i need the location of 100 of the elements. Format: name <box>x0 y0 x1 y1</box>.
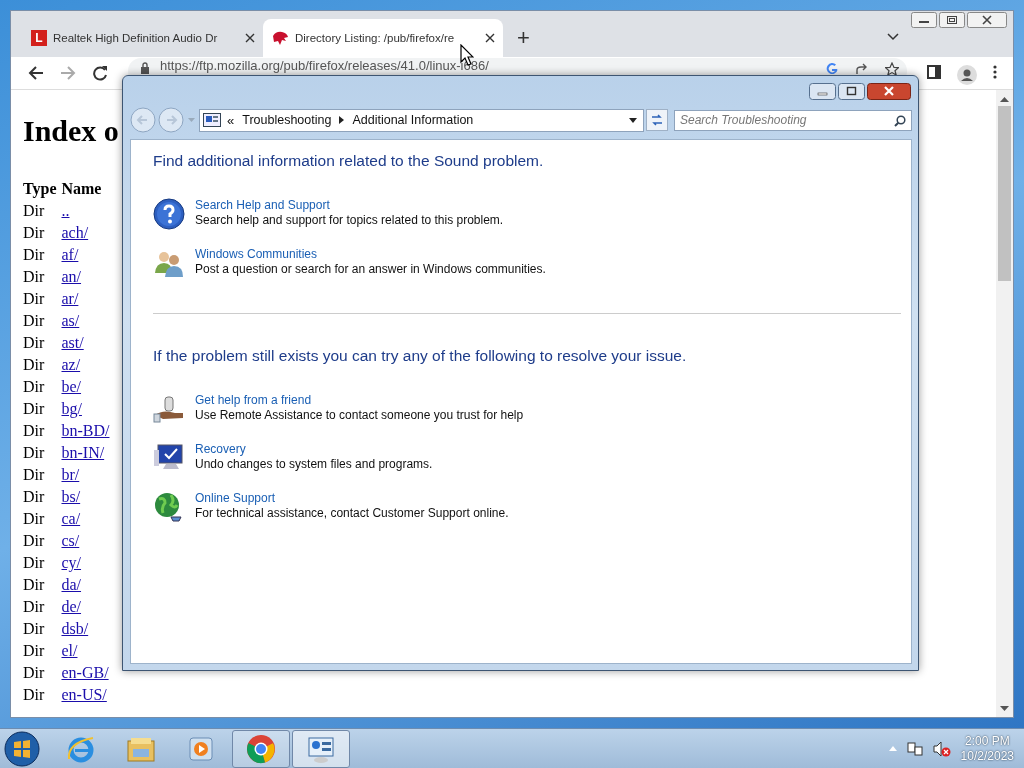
separator-arrow-icon[interactable] <box>339 116 345 124</box>
restore-icon[interactable] <box>939 12 965 28</box>
dinosaur-icon <box>271 30 289 46</box>
overflow-chevron[interactable]: « <box>227 112 235 128</box>
directory-link[interactable]: cs/ <box>61 532 80 549</box>
directory-link[interactable]: ca/ <box>61 510 81 527</box>
table-cell: Dir <box>23 244 62 266</box>
task-description: For technical assistance, contact Customer Support online. <box>195 506 509 521</box>
network-icon[interactable] <box>906 740 923 757</box>
browser-tab[interactable]: Directory Listing: /pub/firefox/re <box>263 19 503 57</box>
chevron-down-icon[interactable] <box>887 33 899 41</box>
close-icon[interactable] <box>867 82 911 100</box>
chrome-icon <box>245 732 277 765</box>
table-cell: Dir <box>23 618 62 640</box>
directory-link[interactable]: bs/ <box>61 488 81 505</box>
start-button[interactable] <box>2 728 42 768</box>
directory-link[interactable]: ast/ <box>61 334 84 351</box>
table-cell: Dir <box>23 640 62 662</box>
search-field[interactable]: Search Troubleshooting <box>674 109 912 131</box>
directory-link[interactable]: as/ <box>61 312 80 329</box>
taskbar-button[interactable] <box>232 729 290 768</box>
side-panel-icon[interactable] <box>927 65 941 79</box>
directory-link[interactable]: de/ <box>61 598 82 615</box>
table-cell: Dir <box>23 266 62 288</box>
directory-link[interactable]: af/ <box>61 246 79 263</box>
directory-link[interactable]: el/ <box>61 642 78 659</box>
google-icon[interactable] <box>825 62 839 76</box>
directory-link[interactable]: cy/ <box>61 554 82 571</box>
maximize-icon[interactable] <box>838 82 865 100</box>
section-heading: Find additional information related to the Sound problem. <box>153 152 545 170</box>
scroll-up-icon[interactable] <box>1000 96 1009 102</box>
table-cell: Dir <box>23 354 62 376</box>
browser-tab[interactable]: L Realtek High Definition Audio Dr <box>23 19 263 57</box>
task-description: Undo changes to system files and programs. <box>195 457 433 472</box>
control-panel-icon <box>203 113 221 127</box>
column-header: Type <box>23 178 62 200</box>
forward-icon <box>60 65 76 81</box>
directory-link[interactable]: bg/ <box>61 400 82 417</box>
directory-link[interactable]: an/ <box>61 268 82 285</box>
table-cell: Dir <box>23 508 62 530</box>
directory-link[interactable]: .. <box>61 202 70 219</box>
close-icon[interactable] <box>967 12 1007 28</box>
directory-link[interactable]: en-GB/ <box>61 664 109 681</box>
profile-icon[interactable] <box>957 65 977 85</box>
refresh-icon[interactable] <box>646 109 668 131</box>
directory-link[interactable]: be/ <box>61 378 82 395</box>
star-icon[interactable] <box>885 62 899 76</box>
task-link[interactable]: Recovery <box>195 442 433 457</box>
table-cell: Dir <box>23 684 62 706</box>
scroll-down-icon[interactable] <box>1000 706 1009 712</box>
scroll-thumb[interactable] <box>998 106 1011 281</box>
task-description: Use Remote Assistance to contact someone you trust for help <box>195 408 524 423</box>
close-icon[interactable] <box>485 33 495 43</box>
table-cell: Dir <box>23 398 62 420</box>
favicon: L <box>31 30 47 46</box>
menu-icon[interactable] <box>993 65 997 79</box>
table-cell: Dir <box>23 222 62 244</box>
task-link[interactable]: Get help from a friend <box>195 393 524 408</box>
table-cell: Dir <box>23 552 62 574</box>
share-icon[interactable] <box>855 62 869 76</box>
volume-muted-icon[interactable] <box>932 740 951 757</box>
reload-icon[interactable] <box>92 65 108 81</box>
directory-link[interactable]: en-US/ <box>61 686 107 703</box>
task-link[interactable]: Windows Communities <box>195 247 546 262</box>
dropdown-arrow-icon[interactable] <box>629 117 637 123</box>
table-cell: Dir <box>23 486 62 508</box>
minimize-icon[interactable] <box>809 82 836 100</box>
table-cell: Dir <box>23 464 62 486</box>
breadcrumb-item[interactable]: Troubleshooting <box>242 113 332 127</box>
help-icon[interactable] <box>153 198 185 230</box>
table-cell: Dir <box>23 442 62 464</box>
directory-link[interactable]: br/ <box>61 466 80 483</box>
directory-link[interactable]: bn-BD/ <box>61 422 110 439</box>
task-link[interactable]: Search Help and Support <box>195 198 504 213</box>
minimize-icon[interactable] <box>911 12 937 28</box>
close-icon[interactable] <box>245 33 255 43</box>
directory-link[interactable]: ach/ <box>61 224 89 241</box>
remote-assistance-icon[interactable] <box>153 393 185 425</box>
directory-link[interactable]: az/ <box>61 356 81 373</box>
address-bar[interactable]: « Troubleshooting Additional Information <box>199 108 644 132</box>
table-cell: Dir <box>23 574 62 596</box>
table-cell: Dir <box>23 376 62 398</box>
directory-link[interactable]: bn-IN/ <box>61 444 105 461</box>
table-cell: Dir <box>23 420 62 442</box>
table-cell: Dir <box>23 530 62 552</box>
lock-icon <box>140 62 150 74</box>
section-heading: If the problem still exists you can try any of the following to resolve your issue. <box>153 347 688 365</box>
taskbar-button[interactable] <box>292 729 350 768</box>
new-tab-button[interactable]: + <box>517 27 530 49</box>
table-cell: Dir <box>23 310 62 332</box>
directory-link[interactable]: da/ <box>61 576 82 593</box>
scrollbar[interactable] <box>996 90 1013 717</box>
directory-link[interactable]: ar/ <box>61 290 79 307</box>
search-icon[interactable] <box>894 114 906 127</box>
task-link[interactable]: Online Support <box>195 491 509 506</box>
breadcrumb-item[interactable]: Additional Information <box>352 113 474 127</box>
directory-link[interactable]: dsb/ <box>61 620 89 637</box>
table-cell: Dir <box>23 332 62 354</box>
back-icon[interactable] <box>28 65 44 81</box>
globe-icon[interactable] <box>153 491 185 523</box>
